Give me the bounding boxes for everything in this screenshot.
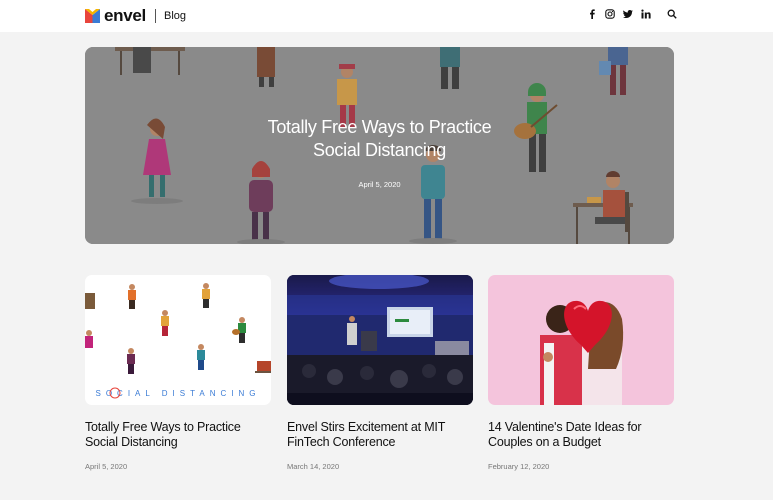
hero-title[interactable]: Totally Free Ways to Practice Social Dis… xyxy=(85,116,674,162)
social-distancing-illustration: SOCIAL DISTANCING xyxy=(85,275,271,405)
post-date: March 14, 2020 xyxy=(287,462,340,471)
post-title-line1: 14 Valentine's Date Ideas for xyxy=(488,420,642,434)
post-title-line1: Envel Stirs Excitement at MIT xyxy=(287,420,446,434)
facebook-icon[interactable] xyxy=(587,8,597,20)
post-card-mit-fintech[interactable]: Envel Stirs Excitement at MIT FinTech Co… xyxy=(287,275,473,471)
post-title-line2: Social Distancing xyxy=(85,435,178,449)
post-date: April 5, 2020 xyxy=(85,462,128,471)
hero-date: April 5, 2020 xyxy=(358,180,401,189)
post-card-social-distancing[interactable]: SOCIAL DISTANCING Totally Free Ways to P… xyxy=(85,275,271,471)
hero-featured-post[interactable]: Totally Free Ways to Practice Social Dis… xyxy=(85,47,674,244)
social-links xyxy=(587,8,677,20)
brand-name: envel xyxy=(104,6,146,25)
conference-photo xyxy=(287,275,473,405)
post-title-line2: FinTech Conference xyxy=(287,435,396,449)
brand-logo[interactable]: envel Blog xyxy=(85,6,186,26)
site-header: envel Blog xyxy=(0,0,773,32)
post-title[interactable]: Envel Stirs Excitement at MIT FinTech Co… xyxy=(287,420,473,450)
instagram-icon[interactable] xyxy=(605,8,615,20)
post-title-line1: Totally Free Ways to Practice xyxy=(85,420,241,434)
post-thumbnail[interactable] xyxy=(488,275,674,405)
logo-divider xyxy=(154,9,156,23)
envel-logo-icon xyxy=(85,9,100,23)
hero-title-line2: Social Distancing xyxy=(313,140,446,160)
search-icon[interactable] xyxy=(667,8,677,20)
post-title[interactable]: Totally Free Ways to Practice Social Dis… xyxy=(85,420,271,450)
post-title[interactable]: 14 Valentine's Date Ideas for Couples on… xyxy=(488,420,674,450)
hero-title-line1: Totally Free Ways to Practice xyxy=(267,117,492,137)
linkedin-icon[interactable] xyxy=(641,8,651,20)
post-date: February 12, 2020 xyxy=(488,462,550,471)
valentines-photo xyxy=(488,275,674,405)
twitter-icon[interactable] xyxy=(623,8,633,20)
post-thumbnail[interactable] xyxy=(287,275,473,405)
post-card-valentines[interactable]: 14 Valentine's Date Ideas for Couples on… xyxy=(488,275,674,471)
section-name: Blog xyxy=(163,10,187,22)
post-title-line2: Couples on a Budget xyxy=(488,435,601,449)
post-thumbnail[interactable]: SOCIAL DISTANCING xyxy=(85,275,271,405)
